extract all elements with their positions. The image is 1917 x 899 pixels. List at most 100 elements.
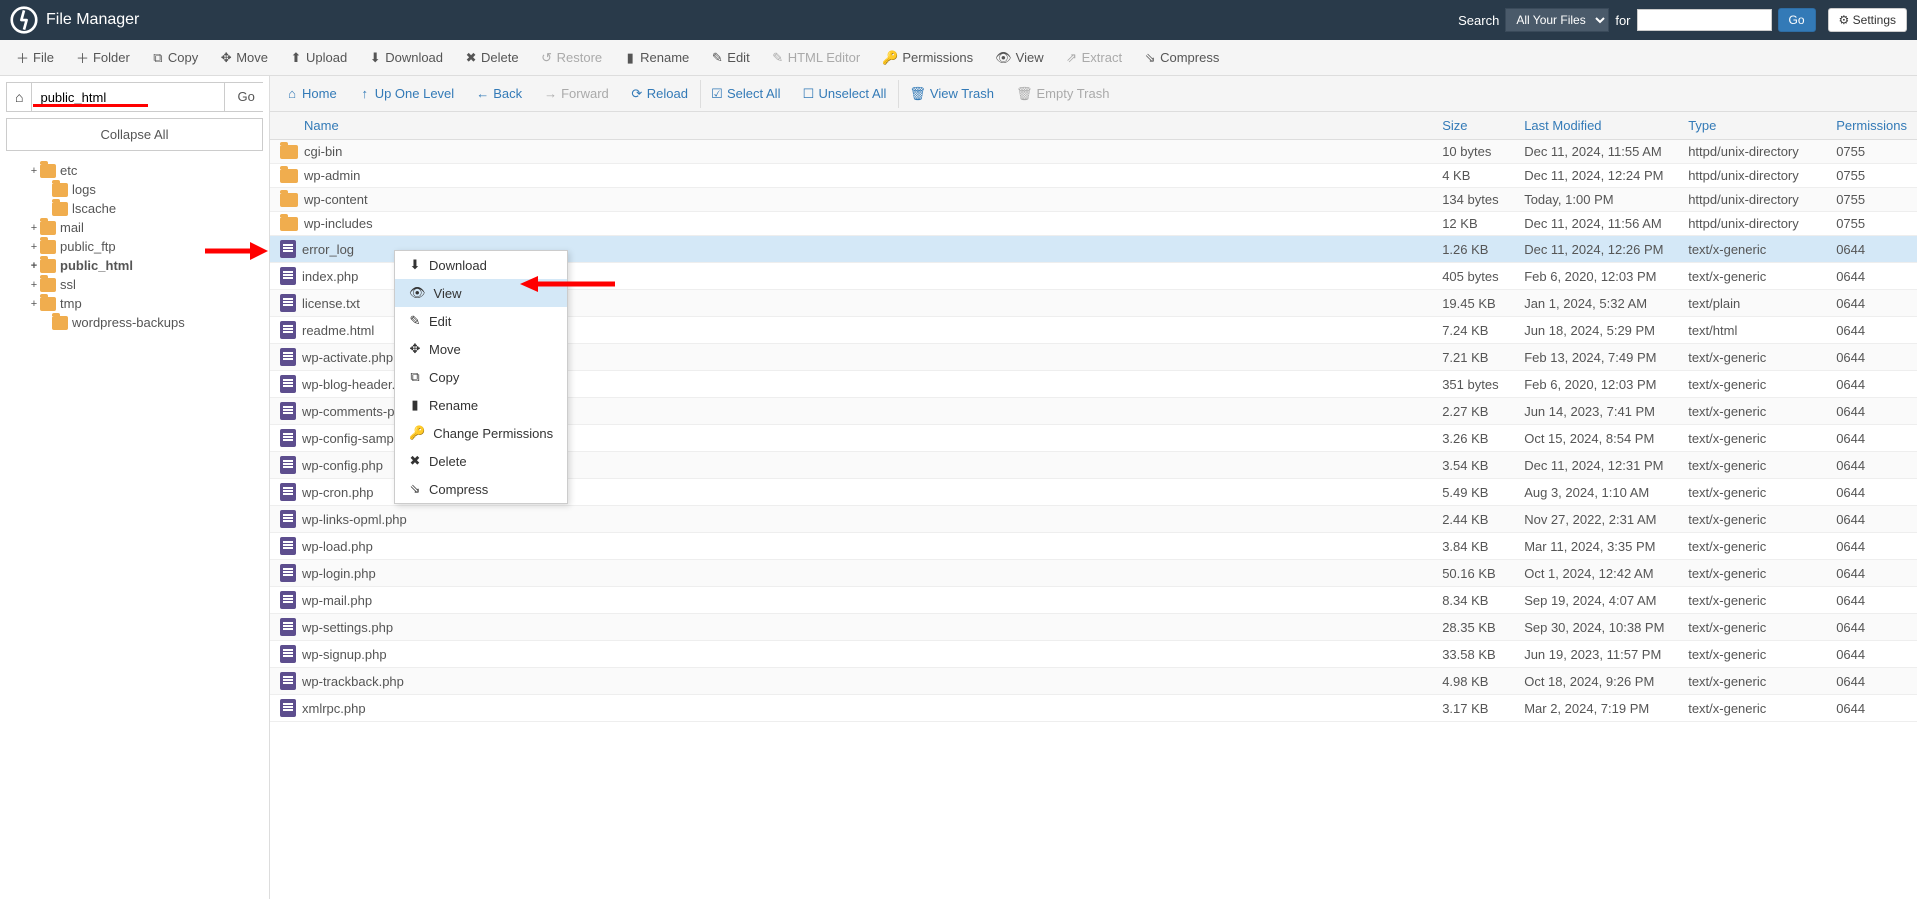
file-size: 4 KB: [1432, 164, 1514, 188]
nav-back[interactable]: ←Back: [466, 80, 532, 107]
extract-icon: ⇗: [1066, 50, 1078, 66]
file-icon: [280, 294, 296, 312]
toolbar-html-editor: ✎HTML Editor: [762, 44, 870, 72]
toolbar-compress[interactable]: ⇘Compress: [1134, 44, 1229, 72]
toolbar-view[interactable]: 👁View: [985, 44, 1053, 72]
context-download[interactable]: ⬇Download: [395, 251, 567, 279]
table-row[interactable]: wp-admin4 KBDec 11, 2024, 12:24 PMhttpd/…: [270, 164, 1917, 188]
table-row[interactable]: cgi-bin10 bytesDec 11, 2024, 11:55 AMhtt…: [270, 140, 1917, 164]
table-row[interactable]: wp-trackback.php4.98 KBOct 18, 2024, 9:2…: [270, 668, 1917, 695]
download-icon: ⬇: [409, 257, 421, 273]
settings-button[interactable]: ⚙ Settings: [1828, 8, 1907, 32]
file-size: 50.16 KB: [1432, 560, 1514, 587]
table-row[interactable]: wp-links-opml.php2.44 KBNov 27, 2022, 2:…: [270, 506, 1917, 533]
tree-item-mail[interactable]: +mail: [0, 218, 269, 237]
expander-icon[interactable]: +: [28, 279, 40, 291]
context-move[interactable]: ✥Move: [395, 335, 567, 363]
table-row[interactable]: wp-settings.php28.35 KBSep 30, 2024, 10:…: [270, 614, 1917, 641]
context-change-permissions[interactable]: 🔑Change Permissions: [395, 419, 567, 447]
toolbar-copy[interactable]: ⧉Copy: [142, 44, 208, 72]
file-size: 3.84 KB: [1432, 533, 1514, 560]
file-type: text/x-generic: [1678, 263, 1826, 290]
toolbar-download[interactable]: ⬇Download: [359, 44, 453, 72]
folder-tree: +etclogslscache+mail+public_ftp+public_h…: [0, 157, 269, 336]
toolbar-move[interactable]: ✥Move: [210, 44, 278, 72]
file-modified: Jun 18, 2024, 5:29 PM: [1514, 317, 1678, 344]
file-perm: 0644: [1826, 695, 1917, 722]
toolbar-rename[interactable]: ▮Rename: [614, 44, 699, 72]
context-edit[interactable]: ✎Edit: [395, 307, 567, 335]
column-modified[interactable]: Last Modified: [1514, 112, 1678, 140]
nav-view-trash[interactable]: 🗑View Trash: [898, 80, 1004, 108]
toolbar-file[interactable]: ＋File: [6, 42, 64, 73]
nav-select-all[interactable]: ☑Select All: [700, 80, 790, 108]
toolbar-permissions[interactable]: 🔑Permissions: [872, 44, 983, 72]
file-type: httpd/unix-directory: [1678, 188, 1826, 212]
nav-reload[interactable]: ⟳Reload: [621, 80, 698, 108]
column-size[interactable]: Size: [1432, 112, 1514, 140]
collapse-all-button[interactable]: Collapse All: [6, 118, 263, 151]
path-go-button[interactable]: Go: [224, 83, 266, 111]
file-type: text/x-generic: [1678, 587, 1826, 614]
context-menu: ⬇Download👁View✎Edit✥Move⧉Copy▮Rename🔑Cha…: [394, 250, 568, 504]
search-scope-select[interactable]: All Your Files: [1505, 8, 1609, 32]
column-name[interactable]: Name: [270, 112, 1432, 140]
tree-item-public_ftp[interactable]: +public_ftp: [0, 237, 269, 256]
table-row[interactable]: wp-content134 bytesToday, 1:00 PMhttpd/u…: [270, 188, 1917, 212]
toolbar-delete[interactable]: ✖Delete: [455, 44, 529, 72]
file-perm: 0644: [1826, 587, 1917, 614]
table-row[interactable]: wp-mail.php8.34 KBSep 19, 2024, 4:07 AMt…: [270, 587, 1917, 614]
table-row[interactable]: xmlrpc.php3.17 KBMar 2, 2024, 7:19 PMtex…: [270, 695, 1917, 722]
column-permissions[interactable]: Permissions: [1826, 112, 1917, 140]
toolbar-folder[interactable]: ＋Folder: [66, 42, 140, 73]
file-modified: Sep 19, 2024, 4:07 AM: [1514, 587, 1678, 614]
context-compress[interactable]: ⇘Compress: [395, 475, 567, 503]
search-input[interactable]: [1637, 9, 1772, 31]
folder-icon: [40, 240, 56, 254]
file-modified: Mar 11, 2024, 3:35 PM: [1514, 533, 1678, 560]
select-all-icon: ☑: [711, 86, 723, 102]
logo-area: File Manager: [10, 6, 139, 34]
home-icon-button[interactable]: ⌂: [7, 83, 32, 111]
tree-item-ssl[interactable]: +ssl: [0, 275, 269, 294]
tree-item-tmp[interactable]: +tmp: [0, 294, 269, 313]
delete-icon: ✖: [465, 50, 477, 66]
expander-icon[interactable]: +: [28, 298, 40, 310]
context-copy[interactable]: ⧉Copy: [395, 363, 567, 391]
file-modified: Today, 1:00 PM: [1514, 188, 1678, 212]
file-perm: 0644: [1826, 263, 1917, 290]
context-view[interactable]: 👁View: [395, 279, 567, 307]
column-type[interactable]: Type: [1678, 112, 1826, 140]
file-icon: ＋: [16, 48, 29, 67]
file-type: text/x-generic: [1678, 668, 1826, 695]
file-size: 134 bytes: [1432, 188, 1514, 212]
file-type: text/x-generic: [1678, 695, 1826, 722]
file-modified: Oct 1, 2024, 12:42 AM: [1514, 560, 1678, 587]
expander-icon[interactable]: +: [28, 222, 40, 234]
expander-icon[interactable]: +: [28, 165, 40, 177]
nav-unselect-all[interactable]: ☐Unselect All: [792, 80, 896, 108]
table-row[interactable]: wp-includes12 KBDec 11, 2024, 11:56 AMht…: [270, 212, 1917, 236]
file-name: wp-config.php: [302, 458, 383, 473]
tree-item-etc[interactable]: +etc: [0, 161, 269, 180]
table-row[interactable]: wp-login.php50.16 KBOct 1, 2024, 12:42 A…: [270, 560, 1917, 587]
file-type: httpd/unix-directory: [1678, 164, 1826, 188]
nav-home[interactable]: ⌂Home: [276, 80, 347, 107]
file-size: 351 bytes: [1432, 371, 1514, 398]
toolbar-edit[interactable]: ✎Edit: [701, 44, 759, 72]
search-go-button[interactable]: Go: [1778, 8, 1816, 32]
table-row[interactable]: wp-signup.php33.58 KBJun 19, 2023, 11:57…: [270, 641, 1917, 668]
expander-icon[interactable]: +: [28, 260, 40, 272]
context-rename[interactable]: ▮Rename: [395, 391, 567, 419]
expander-icon[interactable]: +: [28, 241, 40, 253]
tree-item-public_html[interactable]: +public_html: [0, 256, 269, 275]
file-perm: 0644: [1826, 344, 1917, 371]
context-delete[interactable]: ✖Delete: [395, 447, 567, 475]
tree-item-lscache[interactable]: lscache: [0, 199, 269, 218]
file-name: cgi-bin: [304, 144, 342, 159]
nav-up-one-level[interactable]: ↑Up One Level: [349, 80, 465, 107]
tree-item-logs[interactable]: logs: [0, 180, 269, 199]
tree-item-wordpress-backups[interactable]: wordpress-backups: [0, 313, 269, 332]
table-row[interactable]: wp-load.php3.84 KBMar 11, 2024, 3:35 PMt…: [270, 533, 1917, 560]
toolbar-upload[interactable]: ⬆Upload: [280, 44, 357, 72]
